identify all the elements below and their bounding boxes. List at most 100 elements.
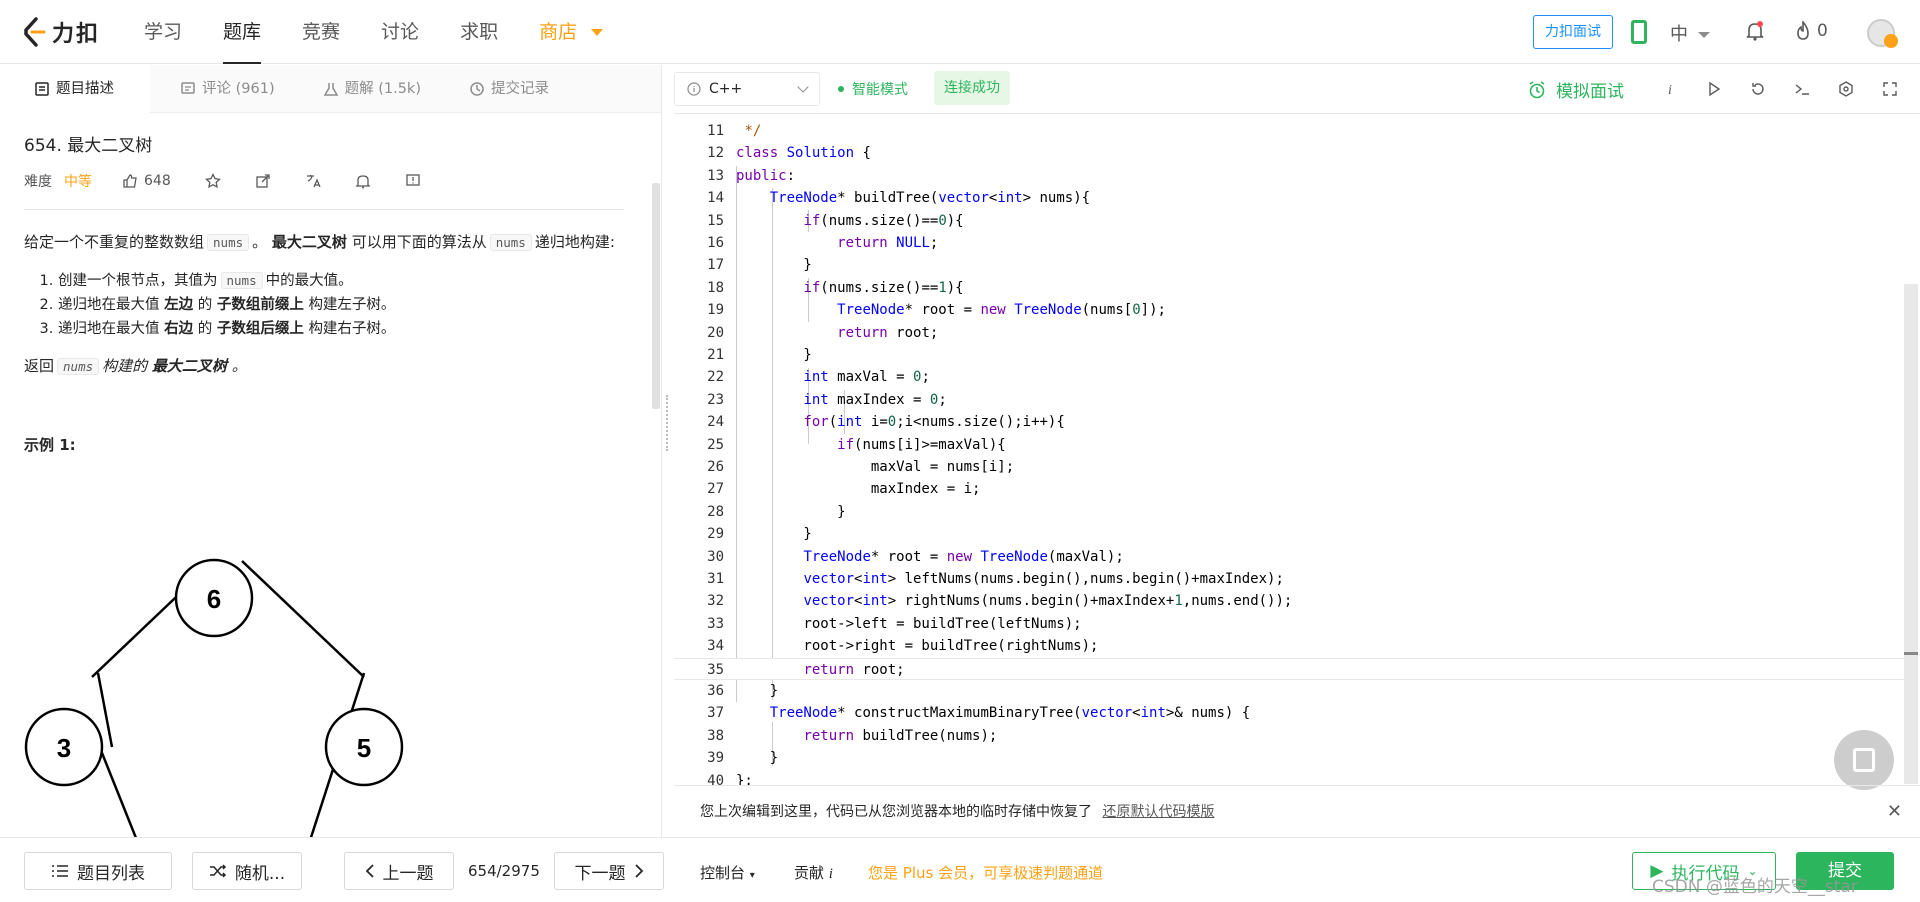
streak-counter[interactable]: 0 <box>1795 21 1828 41</box>
code-line[interactable]: 36 } <box>674 680 1904 702</box>
random-button[interactable]: 随机... <box>192 852 302 890</box>
code-line[interactable]: 15 if(nums.size()==0){ <box>674 210 1904 232</box>
code-line[interactable]: 31 vector<int> leftNums(nums.begin(),num… <box>674 568 1904 590</box>
tab-solutions[interactable]: 题解 (1.5k) <box>305 65 439 113</box>
code-line[interactable]: 38 return buildTree(nums); <box>674 725 1904 747</box>
star-icon[interactable] <box>204 173 221 189</box>
language-select[interactable]: C++ <box>674 72 820 106</box>
code-line[interactable]: 25 if(nums[i]>=maxVal){ <box>674 434 1904 456</box>
code-line[interactable]: 14 TreeNode* buildTree(vector<int> nums)… <box>674 187 1904 209</box>
status-dot-icon <box>838 86 844 92</box>
code-text: } <box>736 347 812 363</box>
tree-diagram: 6 3 5 2 0 <box>24 558 404 837</box>
panel-resize-handle[interactable] <box>666 395 670 451</box>
notes-float-button[interactable] <box>1834 730 1894 790</box>
return-text: 返回 <box>24 357 55 375</box>
code-line[interactable]: 19 TreeNode* root = new TreeNode(nums[0]… <box>674 299 1904 321</box>
mock-interview-label: 模拟面试 <box>1556 82 1624 102</box>
code-line[interactable]: 13 public: <box>674 165 1904 187</box>
prev-problem-button[interactable]: 上一题 <box>344 852 454 890</box>
code-line[interactable]: 12 class Solution { <box>674 142 1904 164</box>
code-line[interactable]: 33 root->left = buildTree(leftNums); <box>674 613 1904 635</box>
step-text: 中的最大值。 <box>265 273 353 289</box>
console-toggle[interactable]: 控制台 ▾ <box>700 862 755 883</box>
nav-contest[interactable]: 竞赛 <box>288 0 354 64</box>
problem-list-button[interactable]: 题目列表 <box>24 852 172 890</box>
inline-code: nums <box>207 234 250 251</box>
like-button[interactable]: 648 <box>122 173 171 189</box>
list-item: 创建一个根节点，其值为nums中的最大值。 <box>58 269 624 293</box>
share-icon[interactable] <box>255 173 271 189</box>
next-problem-button[interactable]: 下一题 <box>554 852 664 890</box>
nav-store[interactable]: 商店 <box>525 0 617 64</box>
code-line[interactable]: 37 TreeNode* constructMaximumBinaryTree(… <box>674 702 1904 724</box>
code-line[interactable]: 32 vector<int> rightNums(nums.begin()+ma… <box>674 590 1904 612</box>
code-line[interactable]: 26 maxVal = nums[i]; <box>674 456 1904 478</box>
code-text: } <box>736 683 779 699</box>
tab-submissions[interactable]: 提交记录 <box>451 65 567 113</box>
code-line[interactable]: 30 TreeNode* root = new TreeNode(maxVal)… <box>674 546 1904 568</box>
nav-problems[interactable]: 题库 <box>209 0 275 64</box>
code-line[interactable]: 40}; <box>674 770 1904 785</box>
line-number: 12 <box>707 145 724 162</box>
nav-learn[interactable]: 学习 <box>130 0 196 64</box>
problem-tabs: 题目描述 评论 (961) 题解 (1.5k) 提交记录 <box>0 65 661 113</box>
tab-description[interactable]: 题目描述 <box>0 65 150 113</box>
smart-mode-toggle[interactable]: 智能模式 <box>838 79 908 99</box>
code-line[interactable]: 22 int maxVal = 0; <box>674 366 1904 388</box>
code-editor[interactable]: 11 */ 12 class Solution { 13 public: 14 TreeN… <box>674 113 1920 785</box>
code-line[interactable]: 18 if(nums.size()==1){ <box>674 277 1904 299</box>
feedback-icon[interactable] <box>405 173 421 189</box>
nav-jobs[interactable]: 求职 <box>446 0 512 64</box>
problem-panel: 题目描述 评论 (961) 题解 (1.5k) 提交记录 654. 最大二叉树 … <box>0 65 662 837</box>
reset-icon[interactable] <box>1750 81 1766 97</box>
line-number: 21 <box>707 347 724 363</box>
info-italic-icon[interactable]: i <box>1662 81 1678 97</box>
code-text: class Solution { <box>736 145 871 162</box>
code-line[interactable]: 27 maxIndex = i; <box>674 478 1904 500</box>
settings-icon[interactable] <box>1838 81 1854 97</box>
scrollbar[interactable] <box>652 183 660 409</box>
code-line[interactable]: 24 for(int i=0;i<nums.size();i++){ <box>674 411 1904 433</box>
divider <box>24 209 624 210</box>
code-line[interactable]: 11 */ <box>674 120 1904 142</box>
restore-default-link[interactable]: 还原默认代码模版 <box>1102 804 1214 820</box>
chevron-left-icon <box>365 864 374 878</box>
code-text: TreeNode* root = new TreeNode(maxVal); <box>803 548 1124 565</box>
logo[interactable]: 力扣 <box>22 16 100 48</box>
play-icon[interactable] <box>1706 81 1722 97</box>
code-line[interactable]: 39 } <box>674 747 1904 769</box>
contribute-button[interactable]: 贡献 i <box>794 862 833 883</box>
step-text: 构建右子树。 <box>308 321 396 337</box>
code-line[interactable]: 21 } <box>674 344 1904 366</box>
code-line[interactable]: 34 root->right = buildTree(rightNums); <box>674 635 1904 657</box>
mock-interview-button[interactable]: 模拟面试 <box>1528 77 1624 102</box>
shuffle-icon <box>209 864 226 878</box>
bell-icon[interactable] <box>1746 21 1764 41</box>
terminal-icon[interactable] <box>1794 81 1810 97</box>
code-line[interactable]: 29 } <box>674 523 1904 545</box>
code-line[interactable]: 16 return NULL; <box>674 232 1904 254</box>
code-text: vector<int> leftNums(nums.begin(),nums.b… <box>803 571 1284 587</box>
notification-bell-icon[interactable] <box>355 173 371 189</box>
code-line[interactable]: 35 return root; <box>674 657 1904 680</box>
line-number: 19 <box>707 302 724 319</box>
editor-scrollbar[interactable] <box>1904 284 1918 784</box>
fullscreen-icon[interactable] <box>1882 81 1898 97</box>
close-icon[interactable]: ✕ <box>1887 786 1902 838</box>
nav-discuss[interactable]: 讨论 <box>367 0 433 64</box>
thumbs-up-icon <box>123 174 137 188</box>
tab-comments[interactable]: 评论 (961) <box>162 65 293 113</box>
code-line[interactable]: 17 } <box>674 254 1904 276</box>
line-number: 24 <box>707 414 724 431</box>
line-number: 34 <box>707 638 724 655</box>
language-select[interactable]: 中 <box>1670 20 1710 46</box>
prev-label: 上一题 <box>382 863 434 884</box>
mobile-icon[interactable] <box>1631 20 1647 44</box>
code-text: vector<int> rightNums(nums.begin()+maxIn… <box>803 593 1293 610</box>
leetcode-interview-button[interactable]: 力扣面试 <box>1533 15 1613 49</box>
code-line[interactable]: 23 int maxIndex = 0; <box>674 389 1904 411</box>
code-line[interactable]: 20 return root; <box>674 322 1904 344</box>
translate-icon[interactable] <box>305 173 321 189</box>
code-line[interactable]: 28 } <box>674 501 1904 523</box>
